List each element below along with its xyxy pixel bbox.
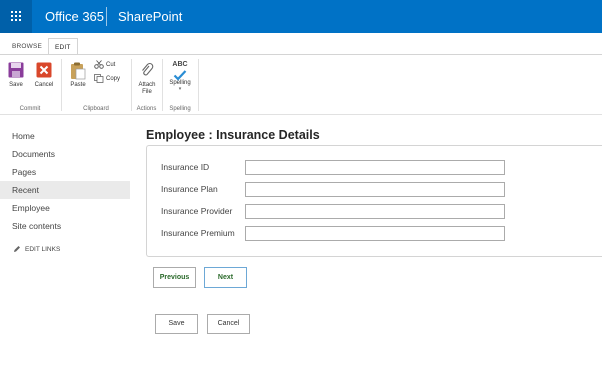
quick-launch: Home Documents Pages Recent Employee Sit… (0, 127, 130, 257)
insurance-provider-label: Insurance Provider (161, 206, 233, 216)
ribbon-spelling-button[interactable]: ABC Spelling ▾ (166, 60, 194, 92)
tab-browse[interactable]: BROWSE (6, 38, 48, 55)
group-label-commit: Commit (19, 106, 41, 112)
form-row-insurance-plan: Insurance Plan (161, 182, 561, 197)
save-icon (8, 62, 24, 78)
pencil-icon (14, 246, 20, 253)
group-separator (198, 59, 199, 111)
cancel-icon (36, 62, 52, 78)
ribbon-cancel-label: Cancel (34, 82, 54, 88)
nav-item-site-contents[interactable]: Site contents (0, 217, 130, 235)
cut-icon (94, 60, 104, 69)
chevron-down-icon[interactable]: ▾ (166, 87, 194, 92)
ribbon-cut-button[interactable]: Cut (94, 60, 115, 70)
suite-bar: Office 365 SharePoint (0, 0, 602, 33)
abc-label: ABC (172, 61, 188, 68)
cancel-button[interactable]: Cancel (207, 314, 250, 334)
nav-item-employee[interactable]: Employee (0, 199, 130, 217)
form-row-insurance-provider: Insurance Provider (161, 204, 561, 219)
ribbon-copy-label: Copy (106, 76, 121, 83)
ribbon-save-label: Save (9, 82, 23, 88)
tab-edit[interactable]: EDIT (48, 38, 78, 55)
next-button[interactable]: Next (204, 267, 247, 288)
paperclip-icon (139, 62, 155, 78)
ribbon-group-spelling: ABC Spelling ▾ Spelling (163, 55, 197, 115)
ribbon-copy-button[interactable]: Copy (94, 74, 120, 84)
ribbon-group-clipboard: Paste Cut Copy Clipboard (62, 55, 130, 115)
attach-label-line2: File (142, 89, 152, 95)
ribbon: Save Cancel Commit Paste Cut Copy Clipbo… (0, 55, 602, 115)
insurance-premium-input[interactable] (245, 226, 505, 241)
ribbon-save-button[interactable]: Save (2, 60, 30, 89)
ribbon-paste-button[interactable]: Paste (64, 60, 92, 89)
suite-divider (106, 7, 107, 26)
ribbon-attach-file-button[interactable]: Attach File (133, 60, 161, 96)
form-row-insurance-premium: Insurance Premium (161, 226, 561, 241)
group-label-actions: Actions (136, 106, 157, 112)
ribbon-attach-label: Attach File (133, 82, 161, 96)
nav-item-pages[interactable]: Pages (0, 163, 130, 181)
ribbon-tabs: BROWSE EDIT (0, 38, 602, 55)
insurance-plan-input[interactable] (245, 182, 505, 197)
insurance-id-input[interactable] (245, 160, 505, 175)
ribbon-cancel-button[interactable]: Cancel (30, 60, 58, 89)
sharepoint-app-name[interactable]: SharePoint (118, 9, 182, 24)
ribbon-cut-label: Cut (106, 62, 116, 69)
previous-button[interactable]: Previous (153, 267, 196, 288)
paste-icon (70, 62, 86, 80)
ribbon-group-commit: Save Cancel Commit (0, 55, 60, 115)
ribbon-group-actions: Attach File Actions (132, 55, 161, 115)
ribbon-paste-label: Paste (70, 82, 86, 88)
insurance-id-label: Insurance ID (161, 162, 210, 172)
group-label-clipboard: Clipboard (83, 106, 109, 112)
copy-icon (94, 74, 104, 83)
edit-links[interactable]: EDIT LINKS (0, 243, 130, 257)
app-launcher-icon[interactable] (0, 0, 32, 33)
nav-item-documents[interactable]: Documents (0, 145, 130, 163)
insurance-provider-input[interactable] (245, 204, 505, 219)
attach-label-line1: Attach (138, 82, 156, 88)
insurance-form: Insurance ID Insurance Plan Insurance Pr… (146, 145, 602, 257)
edit-links-label: EDIT LINKS (25, 246, 61, 253)
save-button[interactable]: Save (155, 314, 198, 334)
nav-item-home[interactable]: Home (0, 127, 130, 145)
group-label-spelling: Spelling (169, 106, 191, 112)
office365-brand[interactable]: Office 365 (45, 9, 104, 24)
nav-item-recent[interactable]: Recent (0, 181, 130, 199)
form-row-insurance-id: Insurance ID (161, 160, 561, 175)
insurance-premium-label: Insurance Premium (161, 228, 235, 238)
spelling-check-icon (166, 68, 194, 81)
insurance-plan-label: Insurance Plan (161, 184, 218, 194)
page-title: Employee : Insurance Details (146, 128, 320, 142)
